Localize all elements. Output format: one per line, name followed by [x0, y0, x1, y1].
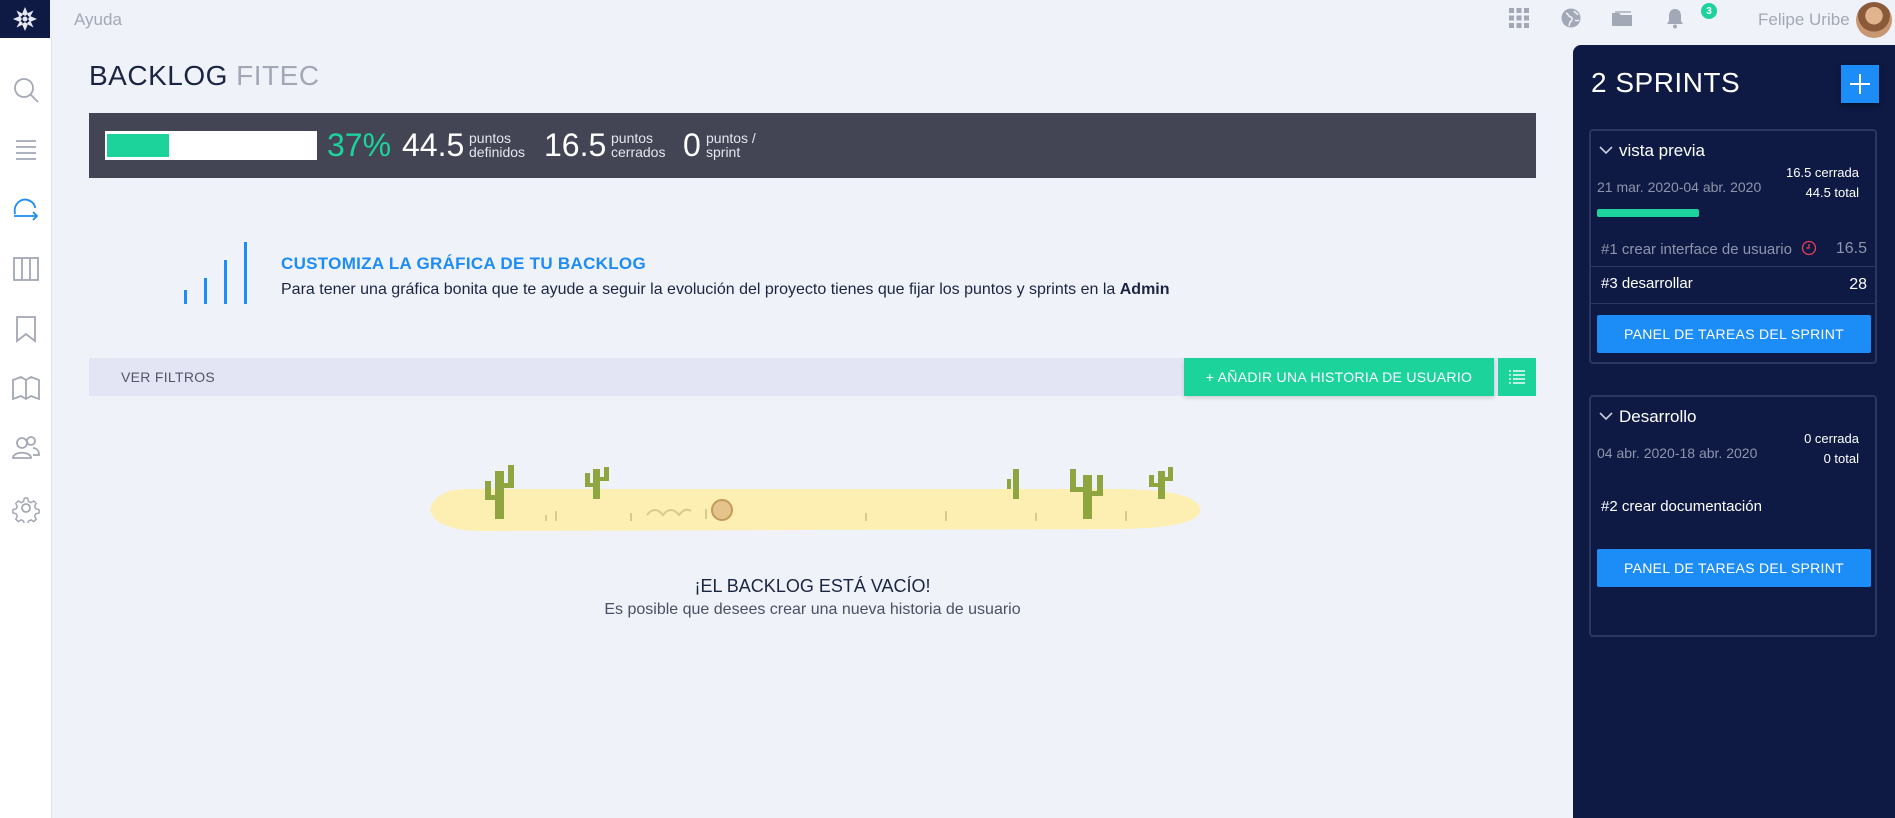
add-user-story-button[interactable]: + AÑADIR UNA HISTORIA DE USUARIO — [1184, 358, 1494, 396]
sprint-story-divider — [1591, 303, 1875, 304]
chevron-down-icon[interactable] — [1599, 145, 1613, 155]
customize-graph-text: Para tener una gráfica bonita que te ayu… — [281, 281, 1170, 298]
empty-backlog-subtitle: Es posible que desees crear una nueva hi… — [604, 601, 1021, 618]
closed-points-label: puntos cerrados — [611, 130, 666, 160]
backlog-icon[interactable] — [11, 194, 41, 224]
bell-icon[interactable] — [1664, 7, 1688, 31]
sprint-card-vista-previa: vista previa 16.5 cerrada 44.5 total 21 … — [1589, 129, 1877, 364]
sprint-total-points: 0 total — [1823, 451, 1859, 466]
page-title: BACKLOG FITEC — [89, 60, 320, 92]
sprint-closed-points: 0 cerrada — [1804, 431, 1859, 446]
sprint-taskboard-button[interactable]: PANEL DE TAREAS DEL SPRINT — [1597, 315, 1871, 353]
search-icon[interactable] — [11, 75, 41, 105]
page-title-section: BACKLOG — [89, 60, 228, 91]
sprint-total-points: 44.5 total — [1805, 185, 1860, 200]
sprint-story-divider — [1591, 266, 1875, 267]
bulk-add-list-icon[interactable] — [1498, 358, 1536, 396]
chevron-down-icon[interactable] — [1599, 411, 1613, 421]
defined-points-label: puntos definidos — [469, 130, 526, 160]
sprint-dates: 21 mar. 2020-04 abr. 2020 — [1597, 179, 1762, 195]
admin-link[interactable]: Admin — [1120, 281, 1170, 298]
sprint-dates: 04 abr. 2020-18 abr. 2020 — [1597, 445, 1758, 461]
add-sprint-button[interactable] — [1841, 65, 1879, 103]
sprint-closed-points: 16.5 cerrada — [1786, 165, 1859, 180]
backlog-progress-fill — [107, 134, 169, 157]
project-name: FITEC — [236, 60, 320, 91]
sprint-user-story-points: 28 — [1849, 276, 1867, 293]
taiga-logo-icon[interactable] — [0, 0, 50, 38]
defined-points-value: 44.5 — [402, 127, 465, 163]
sprint-user-story[interactable]: #1 crear interface de usuario — [1601, 241, 1792, 258]
sprint-card-desarrollo: Desarrollo 0 cerrada 0 total 04 abr. 202… — [1589, 395, 1877, 637]
top-bar: Ayuda 3 Felipe Uribe — [0, 0, 1895, 38]
progress-percent: 37% — [327, 127, 392, 163]
customize-graph-title: CUSTOMIZA LA GRÁFICA DE TU BACKLOG — [281, 254, 646, 273]
globe-icon[interactable] — [1560, 7, 1584, 31]
kanban-icon[interactable] — [11, 254, 41, 284]
settings-icon[interactable] — [11, 493, 41, 526]
sprint-points-label: puntos / sprint — [706, 130, 756, 160]
clock-icon — [1801, 240, 1817, 256]
wiki-book-icon[interactable] — [11, 373, 41, 403]
sprints-title: 2 SPRINTS — [1591, 67, 1741, 98]
sprint-user-story-points: 16.5 — [1835, 240, 1867, 257]
show-filters-button[interactable]: VER FILTROS — [121, 369, 215, 385]
folder-icon[interactable] — [1611, 7, 1635, 31]
sprint-points-value: 0 — [683, 127, 701, 163]
user-avatar[interactable] — [1856, 2, 1892, 38]
closed-points-value: 16.5 — [544, 127, 607, 163]
backlog-summary: 37% 44.5 puntos definidos 16.5 puntos cerr… — [89, 113, 1536, 178]
sprint-user-story[interactable]: #3 desarrollar — [1601, 275, 1693, 292]
bookmark-icon[interactable] — [11, 314, 41, 344]
notifications-badge[interactable]: 3 — [1701, 3, 1717, 19]
help-link[interactable]: Ayuda — [74, 10, 122, 30]
sprint-progress-bar — [1597, 209, 1699, 217]
empty-desert-illustration — [425, 465, 1205, 550]
list-icon[interactable] — [11, 135, 41, 165]
user-name[interactable]: Felipe Uribe — [1758, 10, 1850, 30]
team-icon[interactable] — [11, 433, 41, 463]
sprints-sidebar: 2 SPRINTS vista previa 16.5 cerrada 44.5… — [1573, 45, 1895, 818]
apps-grid-icon[interactable] — [1508, 7, 1532, 31]
sprint-taskboard-button[interactable]: PANEL DE TAREAS DEL SPRINT — [1597, 549, 1871, 587]
sprint-name[interactable]: vista previa — [1619, 141, 1705, 161]
empty-backlog-title: ¡EL BACKLOG ESTÁ VACÍO! — [694, 576, 931, 596]
sprint-name[interactable]: Desarrollo — [1619, 407, 1696, 427]
graph-bars-icon — [180, 240, 252, 311]
backlog-progress-bar — [105, 131, 317, 160]
sprint-user-story[interactable]: #2 crear documentación — [1601, 498, 1762, 515]
left-nav — [0, 38, 52, 818]
